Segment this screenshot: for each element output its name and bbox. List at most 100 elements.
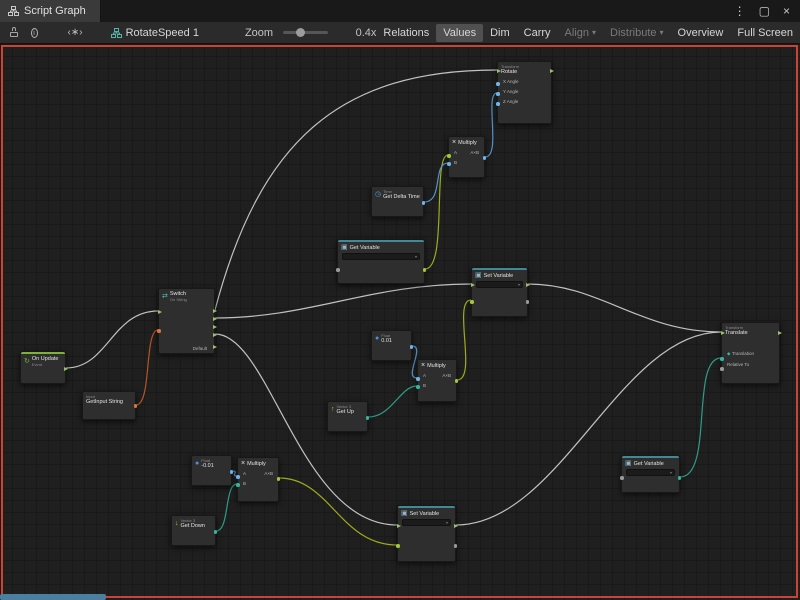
right-port[interactable] — [410, 345, 414, 349]
left-port[interactable] — [157, 329, 161, 333]
left-port[interactable] — [396, 544, 400, 548]
node-float-001[interactable]: ●Float0.01 — [371, 330, 412, 361]
right-port[interactable] — [213, 309, 217, 313]
node-vector3-get-down[interactable]: ↓Vector 3Get Down — [171, 515, 216, 546]
left-port[interactable] — [158, 310, 162, 314]
right-port[interactable] — [678, 476, 682, 480]
left-port[interactable] — [720, 367, 724, 371]
left-port[interactable] — [496, 92, 500, 96]
switch-icon: ⇄ — [162, 293, 168, 300]
right-port[interactable] — [423, 268, 427, 272]
node-get-input-string[interactable]: InputGetInput String — [82, 391, 136, 420]
wire-get-variable-top-to-multiply-top[interactable] — [425, 155, 448, 269]
node-get-delta-time[interactable]: ◷TimeGet Delta Time — [371, 186, 424, 217]
left-port[interactable] — [236, 475, 240, 479]
node-set-variable-bottom[interactable]: ▣Set Variable▾ — [397, 505, 456, 562]
toolbar-button-full-screen[interactable]: Full Screen — [730, 24, 800, 42]
right-port[interactable] — [422, 201, 426, 205]
info-icon[interactable]: i — [31, 28, 38, 38]
variable-dropdown[interactable]: ▾ — [402, 519, 451, 526]
toolbar-button-distribute[interactable]: Distribute▾ — [603, 24, 670, 42]
left-port[interactable] — [236, 483, 240, 487]
left-port[interactable] — [496, 102, 500, 106]
left-port[interactable] — [416, 377, 420, 381]
graph-canvas[interactable]: ↻On UpdateEvent InputGetInput String ⇄Swit… — [0, 44, 800, 600]
right-port[interactable] — [214, 530, 218, 534]
right-port[interactable] — [64, 367, 68, 371]
node-translate[interactable]: TransformTranslate◆TranslationRelative T… — [721, 322, 780, 384]
left-port[interactable] — [397, 524, 401, 528]
inspect-icon[interactable]: ‹∗› — [68, 27, 83, 38]
right-port[interactable] — [213, 325, 217, 329]
right-port[interactable] — [778, 331, 782, 335]
menu-icon[interactable]: ⋮ — [734, 5, 746, 17]
right-port[interactable] — [454, 544, 458, 548]
left-port[interactable] — [620, 476, 624, 480]
toolbar-button-align[interactable]: Align▾ — [558, 24, 603, 42]
node-vector3-get-up[interactable]: ↑Vector 3Get Up — [327, 401, 368, 432]
left-port[interactable] — [721, 331, 725, 335]
left-port[interactable] — [470, 300, 474, 304]
graph-breadcrumb[interactable]: RotateSpeed 1 — [111, 27, 199, 39]
tab-script-graph[interactable]: Script Graph — [0, 0, 101, 22]
node-multiply-bottom[interactable]: ×MultiplyAA×BB — [237, 457, 279, 502]
zoom-slider[interactable] — [283, 31, 328, 34]
toolbar-button-values[interactable]: Values — [436, 24, 483, 42]
wire-multiply-bottom-to-set-variable-bottom[interactable] — [279, 478, 397, 545]
toolbar-button-carry[interactable]: Carry — [517, 24, 558, 42]
right-port[interactable] — [213, 345, 217, 349]
node-multiply-mid[interactable]: ×MultiplyAA×BB — [417, 359, 457, 402]
right-port[interactable] — [134, 404, 138, 408]
right-port[interactable] — [454, 524, 458, 528]
node-multiply-top[interactable]: ×MultiplyAA×BB — [448, 136, 485, 178]
left-port[interactable] — [471, 283, 475, 287]
left-port[interactable] — [447, 154, 451, 158]
right-port[interactable] — [550, 69, 554, 73]
wire-multiply-mid-to-set-variable-mid[interactable] — [457, 300, 471, 380]
left-port[interactable] — [336, 268, 340, 272]
variable-dropdown[interactable]: ▾ — [626, 469, 675, 476]
right-port[interactable] — [526, 283, 530, 287]
right-port[interactable] — [230, 470, 234, 474]
node-on-update[interactable]: ↻On UpdateEvent — [20, 351, 66, 384]
node-set-variable-mid[interactable]: ▣Set Variable▾ — [471, 267, 528, 317]
node-rotate[interactable]: TransformRotateX AngleY AngleZ Angle — [497, 61, 552, 124]
wire-vector3-get-up-to-multiply-mid[interactable] — [368, 386, 417, 417]
right-port[interactable] — [277, 477, 281, 481]
node-float-minus-001[interactable]: ●Float-0.01 — [191, 455, 232, 486]
right-port[interactable] — [526, 300, 530, 304]
wire-vector3-get-down-to-multiply-bottom[interactable] — [216, 484, 237, 531]
variable-dropdown[interactable]: ▾ — [476, 281, 523, 288]
right-port[interactable] — [483, 156, 487, 160]
right-port[interactable] — [366, 416, 370, 420]
horizontal-scrollbar[interactable] — [0, 594, 106, 600]
left-port[interactable] — [497, 69, 501, 73]
left-port[interactable] — [720, 357, 724, 361]
node-get-variable-top[interactable]: ▣Get Variable▾ — [337, 239, 425, 284]
node-title: -0.01 — [201, 463, 214, 469]
close-icon[interactable]: × — [783, 5, 790, 17]
variable-dropdown[interactable]: ▾ — [342, 253, 420, 260]
right-port[interactable] — [213, 317, 217, 321]
wire-on-update-to-switch[interactable] — [66, 311, 158, 368]
toolbar-button-dim[interactable]: Dim — [483, 24, 517, 42]
wire-get-input-string-to-switch[interactable] — [136, 330, 158, 405]
maximize-icon[interactable]: ▢ — [759, 5, 770, 17]
node-header: ▣Set Variable — [398, 508, 455, 518]
node-switch[interactable]: ⇄SwitchOn StringDefault — [158, 288, 215, 354]
left-port[interactable] — [496, 82, 500, 86]
wire-get-variable-right-to-translate[interactable] — [680, 358, 721, 477]
lock-icon[interactable] — [10, 27, 16, 38]
node-get-variable-right[interactable]: ▣Get Variable▾ — [621, 455, 680, 493]
left-port[interactable] — [416, 385, 420, 389]
left-port[interactable] — [447, 162, 451, 166]
wire-switch-to-set-variable-mid[interactable] — [215, 284, 471, 318]
zoom-slider-handle[interactable] — [296, 28, 305, 37]
wire-get-delta-time-to-multiply-top[interactable] — [424, 163, 448, 202]
wire-set-variable-bottom-to-translate[interactable] — [456, 332, 721, 525]
toolbar-button-relations[interactable]: Relations — [376, 24, 436, 42]
toolbar-button-overview[interactable]: Overview — [671, 24, 731, 42]
right-port[interactable] — [213, 333, 217, 337]
right-port[interactable] — [455, 379, 459, 383]
wire-set-variable-mid-to-translate[interactable] — [528, 284, 721, 332]
